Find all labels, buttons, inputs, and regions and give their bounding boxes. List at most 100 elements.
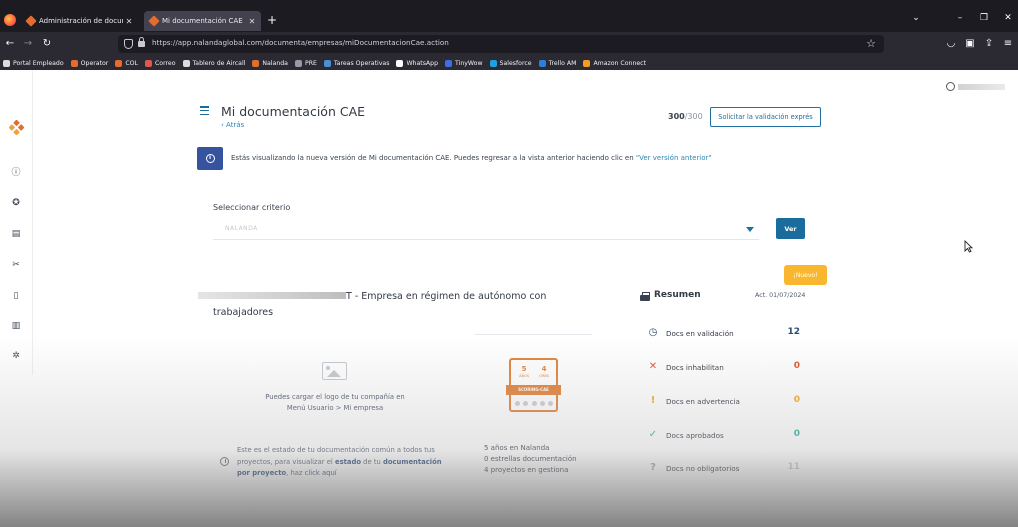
scoring-stars-unit: ORBS (539, 374, 549, 378)
stat-projects: 4 proyectos en gestiona (484, 466, 569, 474)
summary-row[interactable]: ? Docs no obligatorios 11 (645, 462, 805, 476)
bookmark-item[interactable]: TinyWow (445, 59, 483, 67)
badge-icon[interactable]: ✪ (11, 198, 21, 208)
page-title: Mi documentación CAE (221, 104, 366, 119)
caret-down-icon[interactable] (746, 227, 754, 232)
share-icon[interactable]: ⇪ (983, 38, 995, 50)
criteria-label: Seleccionar criterio (213, 203, 291, 212)
bookmark-label: Nalanda (262, 59, 288, 67)
nalanda-favicon-icon (25, 15, 37, 27)
certificate-icon[interactable]: ▥ (11, 321, 21, 331)
bookmark-item[interactable]: Amazon Connect (583, 59, 646, 67)
settings-gear-icon[interactable]: ✲ (11, 351, 21, 361)
bookmark-item[interactable]: WhatsApp (396, 59, 439, 67)
request-express-validation-button[interactable]: Solicitar la validación exprés (710, 107, 821, 127)
star-icon (515, 401, 520, 406)
lock-icon[interactable] (138, 37, 145, 47)
scoring-years-unit: AÑOS (519, 374, 530, 378)
bookmark-label: TinyWow (455, 59, 483, 67)
bookmark-favicon-icon (3, 59, 10, 67)
tab-title: Mi documentación CAE (162, 17, 243, 25)
url-text[interactable]: https://app.nalandaglobal.com/documenta/… (152, 38, 449, 47)
summary-row[interactable]: ✕ Docs inhabilitan 0 (645, 361, 805, 375)
summary-row-value: 0 (793, 395, 800, 405)
user-name-redacted (958, 83, 1005, 90)
scoring-cae-badge: 5 4 AÑOS ORBS SCORING-CAE (506, 358, 561, 413)
tab-administracion[interactable]: Administración de documentaci ✕ (21, 11, 138, 31)
summary-title: Resumen (654, 290, 701, 300)
bookmark-label: WhatsApp (406, 59, 439, 67)
window-close-icon[interactable]: ✕ (1001, 13, 1015, 23)
bookmark-label: Tablero de Aircall (192, 59, 246, 67)
scoring-units: AÑOS ORBS (514, 374, 554, 378)
user-menu[interactable] (946, 82, 1005, 91)
bookmark-label: Tareas Operativas (333, 59, 390, 67)
bookmark-favicon-icon (445, 59, 453, 67)
logo-hint-line-1: Puedes cargar el logo de tu compañía en (265, 393, 405, 401)
status-text-3: , haz (286, 469, 305, 477)
close-tab-icon[interactable]: ✕ (123, 17, 135, 26)
summary-date: Act. 01/07/2024 (755, 292, 806, 299)
bookmark-item[interactable]: Correo (144, 59, 176, 67)
cross-icon: ✕ (648, 361, 658, 372)
star-icon (539, 401, 545, 406)
divider (475, 334, 592, 335)
tab-list-chevron-icon[interactable]: ⌄ (909, 13, 923, 23)
bookmark-label: Salesforce (499, 59, 532, 67)
criteria-select[interactable]: NALANDA (213, 218, 759, 240)
bookmark-item[interactable]: Salesforce (489, 59, 532, 67)
scoring-numbers: 5 4 (514, 365, 554, 373)
view-button[interactable]: Ver (776, 218, 805, 239)
hamburger-menu-icon[interactable] (200, 106, 209, 117)
back-arrow-icon[interactable]: ← (4, 38, 16, 50)
close-tab-icon[interactable]: ✕ (246, 17, 258, 26)
bookmark-item[interactable]: Tareas Operativas (323, 59, 390, 67)
url-bar[interactable]: https://app.nalandaglobal.com/documenta/… (118, 35, 884, 53)
bookmark-item[interactable]: COL (115, 59, 138, 67)
bookmark-label: Portal Empleado (13, 59, 64, 67)
pocket-icon[interactable]: ◡ (945, 38, 957, 50)
scoring-stars-row (515, 401, 553, 406)
file-icon[interactable]: ▯ (11, 291, 21, 301)
bookmark-favicon-icon (323, 59, 331, 67)
summary-row[interactable]: ◷ Docs en validación 12 (645, 327, 805, 341)
validation-counter: 300/300 (668, 112, 703, 121)
mouse-cursor-icon (964, 240, 973, 253)
document-list-icon[interactable]: ▤ (11, 229, 21, 239)
tracking-shield-icon[interactable] (124, 39, 133, 49)
bookmark-item[interactable]: PRE (294, 59, 317, 67)
summary-row[interactable]: ! Docs en advertencia 0 (645, 395, 805, 409)
summary-row[interactable]: ✓ Docs aprobados 0 (645, 429, 805, 443)
bookmark-favicon-icon (182, 59, 190, 67)
new-tab-icon[interactable]: + (265, 12, 279, 28)
reload-icon[interactable]: ↻ (41, 38, 53, 50)
bookmark-item[interactable]: Operator (70, 59, 108, 67)
new-badge-button[interactable]: ¡Nuevo! (784, 265, 827, 285)
tools-icon[interactable]: ✂ (11, 260, 21, 270)
extension-icon[interactable]: ▣ (964, 38, 976, 50)
status-text-2: de tu (361, 457, 383, 466)
company-stats: 5 años en Nalanda 0 estrellas documentac… (484, 443, 577, 476)
bookmark-item[interactable]: Portal Empleado (3, 59, 64, 67)
menu-icon[interactable]: ≡ (1002, 38, 1014, 50)
nalanda-logo-icon[interactable] (9, 120, 24, 135)
minimize-icon[interactable]: – (953, 13, 967, 23)
firefox-icon[interactable] (4, 14, 16, 26)
tab-mi-documentacion[interactable]: Mi documentación CAE ✕ (144, 11, 261, 31)
info-icon[interactable]: ⓘ (11, 168, 21, 178)
bookmark-star-icon[interactable]: ☆ (866, 37, 876, 50)
counter-value: 300 (668, 112, 685, 121)
restore-icon[interactable]: ❐ (977, 13, 991, 23)
bookmark-item[interactable]: Nalanda (252, 59, 288, 67)
status-info-icon (220, 457, 229, 466)
back-link[interactable]: ‹ Atrás (221, 121, 244, 129)
previous-version-link[interactable]: "Ver versión anterior" (636, 154, 712, 162)
bookmark-favicon-icon (252, 59, 260, 67)
bookmark-item[interactable]: Tablero de Aircall (182, 59, 246, 67)
click-here-link[interactable]: click aquí (305, 469, 337, 477)
forward-arrow-icon[interactable]: → (22, 38, 34, 50)
bookmark-favicon-icon (538, 59, 546, 67)
bookmark-label: Trello AM (548, 59, 577, 67)
app-sidebar: ⓘ ✪ ▤ ✂ ▯ ▥ ✲ (0, 70, 33, 375)
bookmark-item[interactable]: Trello AM (538, 59, 577, 67)
